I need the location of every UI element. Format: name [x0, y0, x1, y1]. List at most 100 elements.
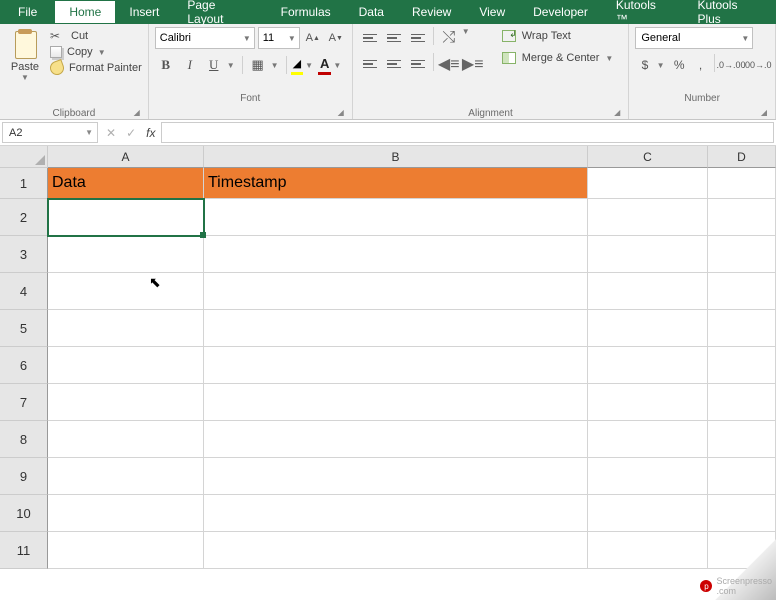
row-header[interactable]: 8: [0, 421, 48, 458]
align-middle-button[interactable]: [383, 27, 405, 49]
chevron-down-icon[interactable]: ▼: [605, 54, 616, 63]
row-header[interactable]: 3: [0, 236, 48, 273]
row-header[interactable]: 6: [0, 347, 48, 384]
cell-b4[interactable]: [204, 273, 588, 310]
cell-d1[interactable]: [708, 168, 776, 199]
cell-d8[interactable]: [708, 421, 776, 458]
cell-d10[interactable]: [708, 495, 776, 532]
cell-a9[interactable]: [48, 458, 204, 495]
decrease-indent-button[interactable]: ◀≡: [438, 53, 460, 75]
tab-kutools[interactable]: Kutools ™: [602, 0, 684, 23]
row-header[interactable]: 1: [0, 168, 48, 199]
cell-b8[interactable]: [204, 421, 588, 458]
cell-b10[interactable]: [204, 495, 588, 532]
align-left-button[interactable]: [359, 53, 381, 75]
confirm-entry-button[interactable]: ✓: [126, 126, 136, 140]
cell-b1[interactable]: Timestamp: [204, 168, 588, 199]
name-box[interactable]: A2 ▼: [2, 122, 98, 143]
row-header[interactable]: 9: [0, 458, 48, 495]
chevron-down-icon[interactable]: ▼: [333, 61, 344, 70]
cell-a2[interactable]: [48, 199, 204, 236]
row-header[interactable]: 5: [0, 310, 48, 347]
fill-color-button[interactable]: ◢: [291, 55, 303, 75]
bold-button[interactable]: B: [155, 54, 177, 76]
tab-formulas[interactable]: Formulas: [267, 0, 345, 23]
chevron-down-icon[interactable]: ▼: [462, 27, 473, 49]
cell-d3[interactable]: [708, 236, 776, 273]
currency-button[interactable]: $: [635, 54, 654, 76]
merge-center-button[interactable]: Merge & Center ▼: [496, 49, 623, 67]
cell-c3[interactable]: [588, 236, 708, 273]
cell-a10[interactable]: [48, 495, 204, 532]
align-bottom-button[interactable]: [407, 27, 429, 49]
chevron-down-icon[interactable]: ▼: [21, 73, 29, 82]
cell-c8[interactable]: [588, 421, 708, 458]
row-header[interactable]: 10: [0, 495, 48, 532]
chevron-down-icon[interactable]: ▼: [227, 61, 238, 70]
cell-a1[interactable]: Data: [48, 168, 204, 199]
cell-d5[interactable]: [708, 310, 776, 347]
tab-data[interactable]: Data: [345, 0, 398, 23]
tab-file[interactable]: File: [0, 0, 55, 23]
column-header-d[interactable]: D: [708, 146, 776, 168]
italic-button[interactable]: I: [179, 54, 201, 76]
cell-c9[interactable]: [588, 458, 708, 495]
cell-c7[interactable]: [588, 384, 708, 421]
cell-b5[interactable]: [204, 310, 588, 347]
cell-d4[interactable]: [708, 273, 776, 310]
increase-decimal-button[interactable]: .0→.00: [719, 54, 743, 76]
cell-c4[interactable]: [588, 273, 708, 310]
paste-button[interactable]: Paste ▼: [6, 27, 44, 106]
select-all-corner[interactable]: [0, 146, 48, 168]
font-name-select[interactable]: Calibri ▼: [155, 27, 255, 49]
tab-insert[interactable]: Insert: [115, 0, 173, 23]
cut-button[interactable]: Cut: [50, 29, 142, 43]
column-header-a[interactable]: A: [48, 146, 204, 168]
clipboard-dialog-launcher[interactable]: ◢: [6, 108, 142, 117]
cell-b6[interactable]: [204, 347, 588, 384]
tab-kutools-plus[interactable]: Kutools Plus: [683, 0, 776, 23]
increase-indent-button[interactable]: ▶≡: [462, 53, 484, 75]
fx-button[interactable]: fx: [146, 126, 155, 140]
cell-d9[interactable]: [708, 458, 776, 495]
chevron-down-icon[interactable]: ▼: [305, 61, 316, 70]
tab-view[interactable]: View: [465, 0, 519, 23]
orientation-button[interactable]: ⤭: [438, 27, 460, 49]
comma-button[interactable]: ,: [691, 54, 710, 76]
cell-b9[interactable]: [204, 458, 588, 495]
chevron-down-icon[interactable]: ▼: [85, 128, 97, 137]
number-format-select[interactable]: General ▼: [635, 27, 753, 49]
chevron-down-icon[interactable]: ▼: [657, 61, 668, 70]
font-dialog-launcher[interactable]: ◢: [155, 108, 346, 117]
cell-c2[interactable]: [588, 199, 708, 236]
row-header[interactable]: 11: [0, 532, 48, 569]
cell-c5[interactable]: [588, 310, 708, 347]
align-right-button[interactable]: [407, 53, 429, 75]
font-size-select[interactable]: 11 ▼: [258, 27, 300, 49]
cell-a7[interactable]: [48, 384, 204, 421]
number-dialog-launcher[interactable]: ◢: [635, 108, 769, 117]
column-header-c[interactable]: C: [588, 146, 708, 168]
cell-b3[interactable]: [204, 236, 588, 273]
cell-c10[interactable]: [588, 495, 708, 532]
underline-button[interactable]: U: [203, 54, 225, 76]
row-header[interactable]: 4: [0, 273, 48, 310]
cell-b11[interactable]: [204, 532, 588, 569]
cell-b7[interactable]: [204, 384, 588, 421]
cell-a4[interactable]: [48, 273, 204, 310]
chevron-down-icon[interactable]: ▼: [271, 61, 282, 70]
align-center-button[interactable]: [383, 53, 405, 75]
formula-input[interactable]: [161, 122, 774, 143]
tab-page-layout[interactable]: Page Layout: [173, 0, 266, 23]
font-color-button[interactable]: A: [318, 55, 331, 75]
cell-a8[interactable]: [48, 421, 204, 458]
wrap-text-button[interactable]: Wrap Text: [496, 27, 623, 45]
cancel-entry-button[interactable]: ✕: [106, 126, 116, 140]
cell-a3[interactable]: [48, 236, 204, 273]
cell-d7[interactable]: [708, 384, 776, 421]
alignment-dialog-launcher[interactable]: ◢: [359, 108, 623, 117]
cell-c1[interactable]: [588, 168, 708, 199]
row-header[interactable]: 2: [0, 199, 48, 236]
cell-d6[interactable]: [708, 347, 776, 384]
format-painter-button[interactable]: Format Painter: [50, 61, 142, 75]
